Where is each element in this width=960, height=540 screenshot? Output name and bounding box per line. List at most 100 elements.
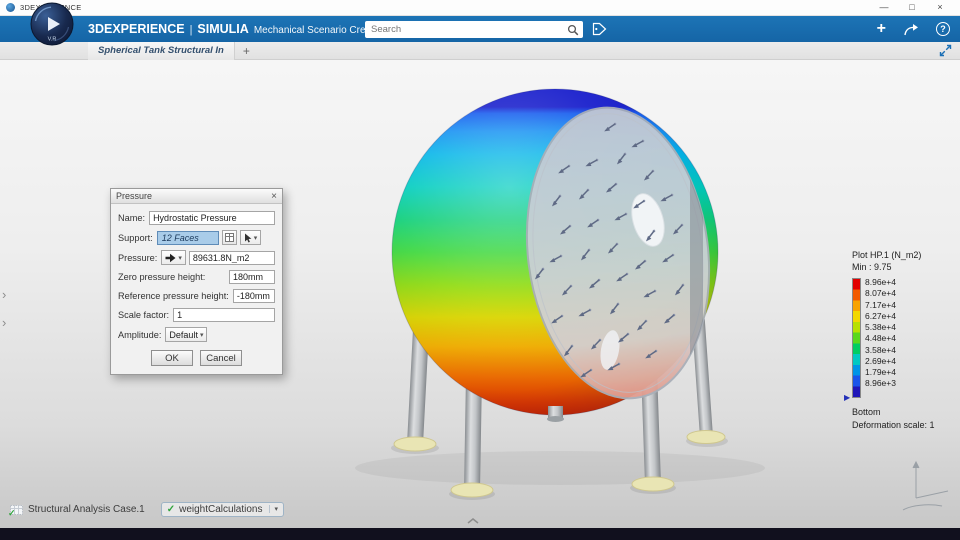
arrow-direction-icon: [165, 253, 176, 262]
compass-logo[interactable]: V.R: [30, 2, 74, 46]
dialog-body: Name: Support: 12 Faces ▾ Pressure:: [111, 204, 282, 374]
analysis-case-label: Structural Analysis Case.1: [28, 503, 145, 515]
cancel-button[interactable]: Cancel: [200, 350, 242, 366]
scale-factor-field[interactable]: [173, 308, 275, 322]
pressure-dialog: Pressure × Name: Support: 12 Faces ▾: [110, 188, 283, 375]
tab-bar: Spherical Tank Structural In +: [0, 41, 960, 60]
search-box: [365, 21, 583, 38]
analysis-case-icon: ✓: [8, 502, 24, 518]
legend-title: Plot HP.1 (N_m2): [852, 250, 922, 260]
tag-icon[interactable]: [592, 22, 607, 36]
legend-tick-label: 8.96e+3: [865, 378, 896, 389]
ref-height-row: Reference pressure height:: [118, 289, 275, 303]
legend-deformation-label: Deformation scale: 1: [852, 420, 935, 430]
legend-colorbar: ▶: [844, 278, 861, 402]
ok-button[interactable]: OK: [151, 350, 193, 366]
tank-foot-pad[interactable]: [631, 476, 675, 492]
weight-calculations-dropdown[interactable]: ✓ weightCalculations ▾: [160, 501, 285, 517]
brand-separator: |: [189, 24, 193, 36]
zero-height-row: Zero pressure height:: [118, 270, 275, 284]
search-icon[interactable]: [567, 24, 579, 36]
window-controls: — □ ×: [870, 0, 954, 15]
analysis-case-item[interactable]: ✓ Structural Analysis Case.1: [8, 502, 145, 519]
cursor-icon: [244, 233, 252, 242]
support-list-button[interactable]: [221, 230, 237, 245]
dialog-buttons: OK Cancel: [118, 350, 275, 366]
dialog-titlebar[interactable]: Pressure ×: [111, 189, 282, 204]
tank-foot-pad[interactable]: [450, 482, 494, 498]
legend-tick-label: 6.27e+4: [865, 310, 896, 321]
tab-spherical-tank[interactable]: Spherical Tank Structural In: [88, 41, 235, 60]
scale-factor-row: Scale factor:: [118, 308, 275, 322]
status-check-icon: ✓: [166, 503, 176, 515]
support-field[interactable]: 12 Faces: [156, 230, 219, 245]
dialog-close-icon[interactable]: ×: [271, 191, 277, 202]
dialog-title: Pressure: [116, 191, 153, 201]
header-actions: + ?: [877, 21, 950, 37]
taskbar[interactable]: [0, 528, 960, 540]
tab-label: Spherical Tank Structural In: [98, 45, 224, 56]
legend-ticks: 8.96e+4 8.07e+4 7.17e+4 6.27e+4 5.38e+4 4.48e…: [865, 278, 896, 388]
chevron-down-icon: ▾: [199, 331, 204, 339]
zero-height-field[interactable]: [229, 270, 275, 284]
scale-factor-label: Scale factor:: [118, 310, 170, 320]
legend-min-marker: ▶: [844, 393, 851, 402]
pressure-row: Pressure: ▾: [118, 250, 275, 265]
legend-min-value: Min : 9.75: [852, 262, 892, 272]
brand-3dexperience: 3DEXPERIENCE: [88, 22, 185, 36]
pressure-value-field[interactable]: [188, 250, 275, 265]
pressure-direction-dropdown[interactable]: ▾: [161, 250, 186, 265]
legend-tick-label: 4.48e+4: [865, 333, 896, 344]
app-brand: 3DEXPERIENCE | SIMULIA Mechanical Scenar…: [88, 22, 387, 36]
chevron-down-icon: ▾: [178, 254, 182, 262]
zero-height-label: Zero pressure height:: [118, 272, 206, 282]
status-check-icon: ✓: [8, 508, 16, 518]
dropdown-caret-icon: ▾: [268, 505, 278, 513]
selection-mode-dropdown[interactable]: ▾: [239, 230, 262, 245]
legend-tick-label: 3.58e+4: [865, 344, 896, 355]
close-button[interactable]: ×: [926, 0, 954, 15]
tank-foot-pad[interactable]: [686, 430, 726, 444]
help-icon[interactable]: ?: [936, 22, 950, 36]
legend-tick-label: 8.96e+4: [865, 277, 896, 287]
search-input[interactable]: [365, 24, 567, 35]
pressure-label: Pressure:: [118, 252, 158, 263]
legend-tick-label: 5.38e+4: [865, 322, 896, 333]
window-titlebar: 3DEXPERIENCE — □ ×: [0, 0, 960, 16]
brand-simulia: SIMULIA: [197, 22, 249, 36]
legend-body: ▶ 8.96e+4 8.07e+4 7.17e+4 6.27e+4 5.38e+4 4.4…: [844, 278, 935, 402]
minimize-button[interactable]: —: [870, 0, 898, 15]
legend-tick-label: 7.17e+4: [865, 299, 896, 310]
panel-expand-chevron[interactable]: ›: [2, 288, 6, 301]
floor-shadow: [355, 451, 765, 485]
support-row: Support: 12 Faces ▾: [118, 230, 275, 245]
legend-tick-label: 8.07e+4: [865, 288, 896, 299]
amplitude-value: Default: [169, 329, 198, 340]
name-row: Name:: [118, 211, 275, 225]
tank-bottom-nozzle[interactable]: [547, 406, 564, 422]
name-label: Name:: [118, 213, 146, 223]
viewport-3d[interactable]: › › Pressure × Name: Support: 12 Faces: [0, 60, 960, 528]
app-header: 3DEXPERIENCE | SIMULIA Mechanical Scenar…: [0, 16, 960, 42]
support-label: Support:: [118, 232, 153, 243]
legend-tick-label: 2.69e+4: [865, 355, 896, 366]
amplitude-dropdown[interactable]: Default ▾: [165, 327, 208, 342]
compass-version-label: V.R: [48, 37, 57, 43]
name-field[interactable]: [149, 211, 275, 225]
ref-height-label: Reference pressure height:: [118, 291, 229, 301]
legend-bottom-label: Bottom: [852, 407, 881, 417]
share-icon[interactable]: [903, 23, 919, 36]
panel-expand-chevron[interactable]: ›: [2, 316, 6, 329]
amplitude-label: Amplitude:: [118, 329, 162, 340]
new-tab-button[interactable]: +: [243, 44, 250, 58]
ref-height-field[interactable]: [232, 289, 275, 303]
legend-tick-label: 1.79e+4: [865, 367, 896, 378]
maximize-button[interactable]: □: [898, 0, 926, 15]
weight-calculations-label: weightCalculations: [179, 503, 263, 515]
application-window: 3DEXPERIENCE — □ × 3DEXPERIENCE | SIMULI…: [0, 0, 960, 540]
add-content-button[interactable]: +: [877, 21, 886, 37]
tank-foot-pad[interactable]: [393, 436, 437, 452]
status-bar: ✓ Structural Analysis Case.1 ✓ weightCal…: [0, 498, 960, 520]
contour-legend: Plot HP.1 (N_m2) Min : 9.75 ▶ 8.96e+4 8.0…: [844, 250, 935, 430]
expand-viewport-icon[interactable]: [939, 44, 952, 57]
